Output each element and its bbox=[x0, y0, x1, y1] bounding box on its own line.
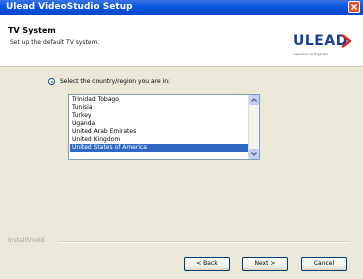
next-button[interactable]: Next > bbox=[242, 257, 288, 271]
listbox-scrollbar[interactable] bbox=[248, 95, 259, 159]
list-item[interactable]: Turkey bbox=[70, 112, 92, 120]
list-item[interactable]: United Arab Emirates bbox=[70, 128, 136, 136]
ulead-logo: ULEAD inspiration at fingertips bbox=[293, 33, 353, 56]
back-button[interactable]: < Back bbox=[184, 257, 230, 271]
list-item[interactable]: Uganda bbox=[70, 120, 95, 128]
footer-divider bbox=[58, 241, 350, 243]
installshield-brand: InstallShield bbox=[8, 237, 45, 244]
list-item[interactable]: United Kingdom bbox=[70, 136, 120, 144]
list-item-selected[interactable]: United States of America bbox=[70, 144, 250, 152]
list-item[interactable]: Tunisia bbox=[70, 104, 93, 112]
title-bar[interactable]: Ulead VideoStudio Setup bbox=[0, 0, 363, 15]
list-item[interactable]: Trinidad Tobago bbox=[70, 96, 119, 104]
logo-tagline: inspiration at fingertips bbox=[293, 52, 329, 56]
country-listbox[interactable]: Trinidad Tobago Tunisia Turkey Uganda Un… bbox=[68, 94, 260, 160]
scroll-down-button[interactable] bbox=[249, 149, 259, 159]
window-title: Ulead VideoStudio Setup bbox=[6, 2, 133, 12]
scroll-up-button[interactable] bbox=[249, 95, 259, 105]
logo-swoosh-icon bbox=[341, 34, 352, 48]
close-icon bbox=[351, 4, 357, 10]
country-radio-label: Select the country/region you are in: bbox=[60, 78, 171, 85]
close-button[interactable] bbox=[348, 1, 360, 13]
page-subtitle: Set up the default TV system. bbox=[10, 39, 100, 46]
chevron-up-icon bbox=[251, 98, 257, 102]
cancel-button[interactable]: Cancel bbox=[301, 257, 347, 271]
chevron-down-icon bbox=[251, 152, 257, 156]
page-title: TV System bbox=[8, 26, 56, 35]
country-radio[interactable] bbox=[48, 78, 55, 85]
setup-window: Ulead VideoStudio Setup TV System Set up… bbox=[0, 0, 363, 279]
wizard-header: TV System Set up the default TV system. … bbox=[0, 15, 363, 67]
